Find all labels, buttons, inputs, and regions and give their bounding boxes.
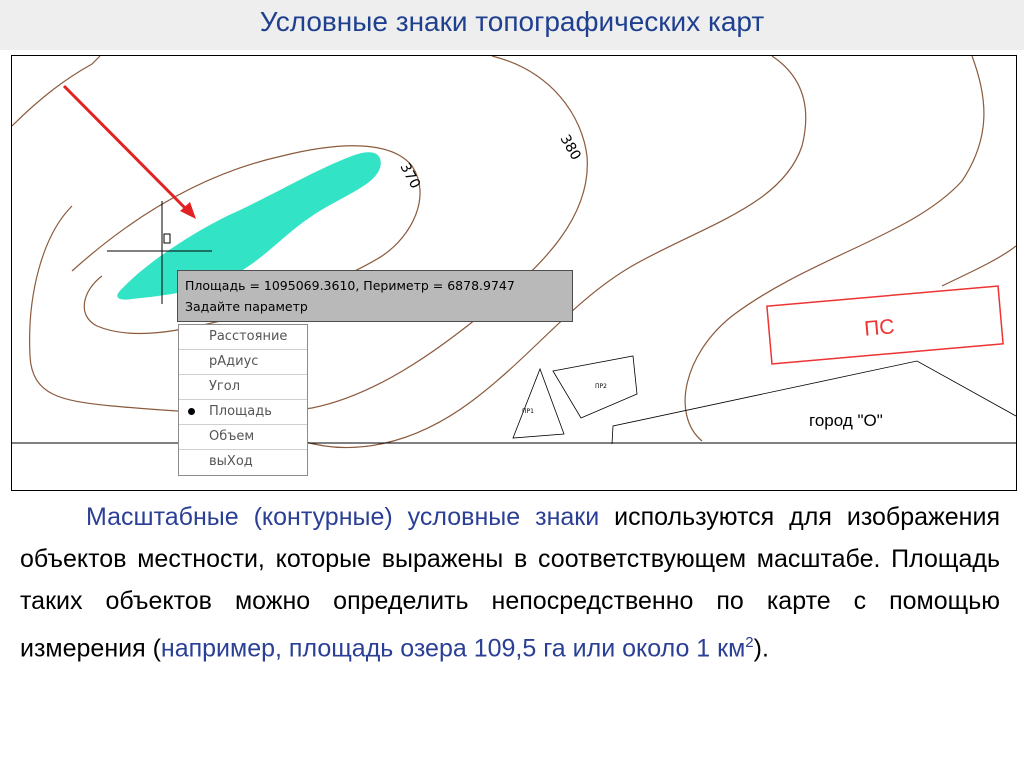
selected-bullet-icon xyxy=(188,408,195,415)
contour-line-right xyxy=(301,56,807,449)
menu-item-radius[interactable]: рАдиус xyxy=(179,350,307,375)
description-paragraph: Масштабные (контурные) условные знаки ис… xyxy=(20,496,1000,669)
contour-line-380 xyxy=(29,56,588,414)
red-arrow-icon xyxy=(62,84,196,219)
description-tail: ). xyxy=(753,634,769,663)
measurement-tooltip: Площадь = 1095069.3610, Периметр = 6878.… xyxy=(177,270,573,322)
menu-item-exit[interactable]: выХод xyxy=(179,450,307,475)
pr1-label: ПР1 xyxy=(522,408,534,415)
menu-item-distance[interactable]: Расстояние xyxy=(179,325,307,350)
contour-label-380: 380 xyxy=(557,132,584,163)
contour-lines xyxy=(12,56,1016,449)
map-view[interactable]: 380 370 ПС ПР1 ПР2 город "О" Площадь = 1… xyxy=(11,55,1017,491)
menu-item-angle[interactable]: Угол xyxy=(179,375,307,400)
contour-line-far-right xyxy=(684,56,985,442)
building-pr1 xyxy=(512,367,565,439)
pr2-label: ПР2 xyxy=(595,383,607,390)
example-text: например, площадь озера 109,5 га или око… xyxy=(160,634,746,663)
menu-item-area[interactable]: Площадь xyxy=(179,400,307,425)
tooltip-prompt: Задайте параметр xyxy=(185,299,308,314)
title-bar: Условные знаки топографических карт xyxy=(0,0,1024,50)
menu-item-volume[interactable]: Объем xyxy=(179,425,307,450)
contour-line-edge xyxy=(941,245,1016,287)
context-menu: Расстояние рАдиус Угол Площадь Объем выХ… xyxy=(178,324,308,476)
tooltip-measurement: Площадь = 1095069.3610, Периметр = 6878.… xyxy=(185,278,515,293)
city-label: город "О" xyxy=(809,411,883,430)
superscript: 2 xyxy=(745,634,754,651)
description-text: Масштабные (контурные) условные знаки ис… xyxy=(20,496,1000,669)
contour-label-370: 370 xyxy=(396,160,423,191)
ps-label: ПС xyxy=(863,315,895,341)
city-boundary xyxy=(611,360,1016,445)
highlight-term: Масштабные (контурные) условные знаки xyxy=(86,503,600,531)
page-title: Условные знаки топографических карт xyxy=(259,6,765,37)
contour-line-outer xyxy=(12,56,101,127)
